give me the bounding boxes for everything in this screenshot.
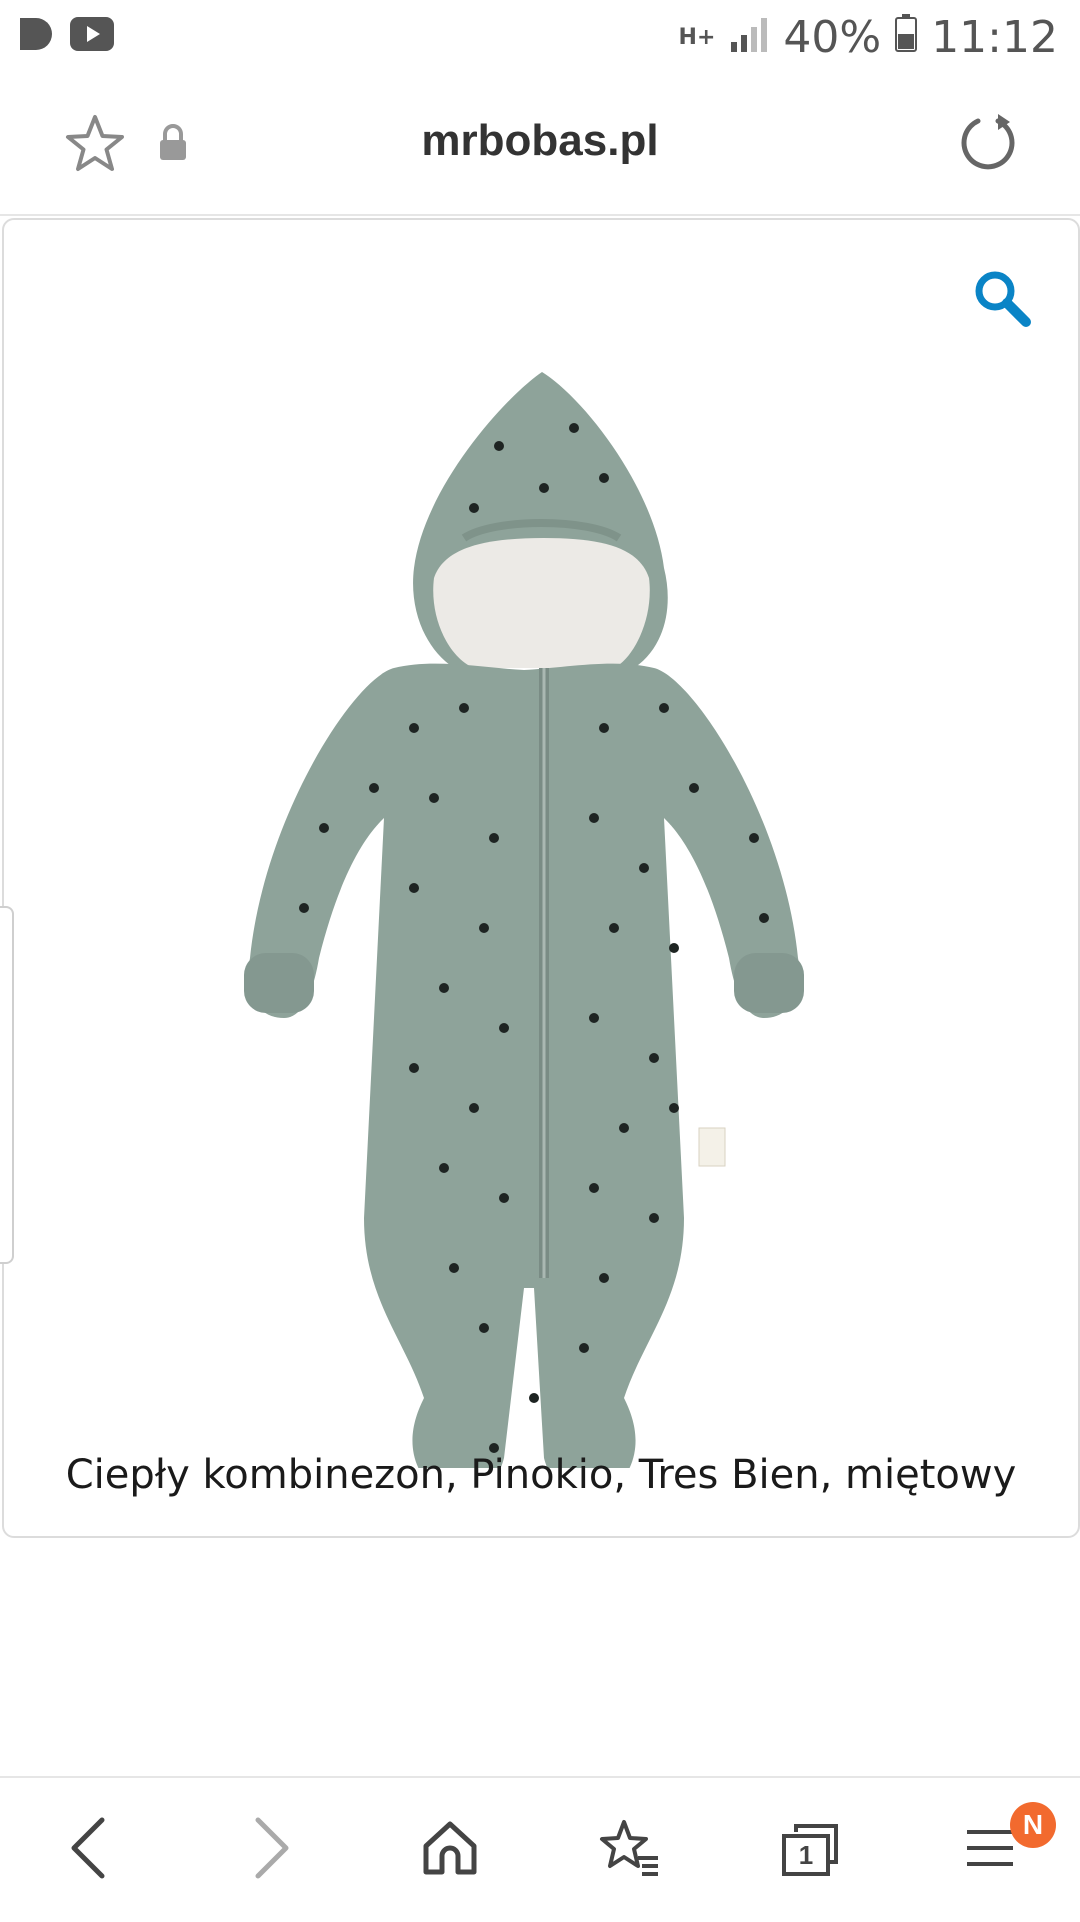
back-button[interactable]: [28, 1778, 148, 1922]
app-icon: [16, 14, 56, 59]
youtube-icon: [70, 17, 114, 56]
forward-button[interactable]: [212, 1778, 332, 1922]
reload-icon[interactable]: [958, 112, 1018, 177]
address-bar: mrbobas.pl: [0, 76, 1080, 216]
back-icon: [68, 1816, 108, 1885]
menu-badge: N: [1010, 1802, 1056, 1848]
signal-icon: [729, 12, 769, 63]
forward-icon: [252, 1816, 292, 1885]
url-text[interactable]: mrbobas.pl: [0, 116, 1080, 166]
bottom-nav: 1 N: [0, 1776, 1080, 1922]
clock: 11:12: [931, 12, 1058, 63]
tabs-icon: 1: [780, 1822, 840, 1878]
network-type: H+: [678, 24, 716, 50]
product-card[interactable]: Ciepły kombinezon, Pinokio, Tres Bien, m…: [2, 218, 1080, 1538]
status-left-icons: [16, 14, 114, 59]
bookmarks-button[interactable]: [570, 1778, 690, 1922]
tabs-button[interactable]: 1: [750, 1778, 870, 1922]
battery-icon: [895, 12, 918, 63]
battery-percent: 40%: [783, 12, 882, 63]
menu-icon: [965, 1826, 1015, 1875]
bookmarks-icon: [598, 1818, 662, 1883]
product-title[interactable]: Ciepły kombinezon, Pinokio, Tres Bien, m…: [4, 1452, 1078, 1498]
home-button[interactable]: [390, 1778, 510, 1922]
status-bar: H+ 40% 11:12: [0, 0, 1080, 76]
menu-button[interactable]: N: [930, 1778, 1056, 1922]
home-icon: [420, 1818, 480, 1883]
tabs-count: 1: [798, 1840, 814, 1870]
product-image[interactable]: [244, 368, 844, 1496]
search-icon[interactable]: [972, 268, 1032, 333]
status-right: H+ 40% 11:12: [679, 12, 1058, 63]
edge-panel-handle[interactable]: [0, 906, 14, 1264]
